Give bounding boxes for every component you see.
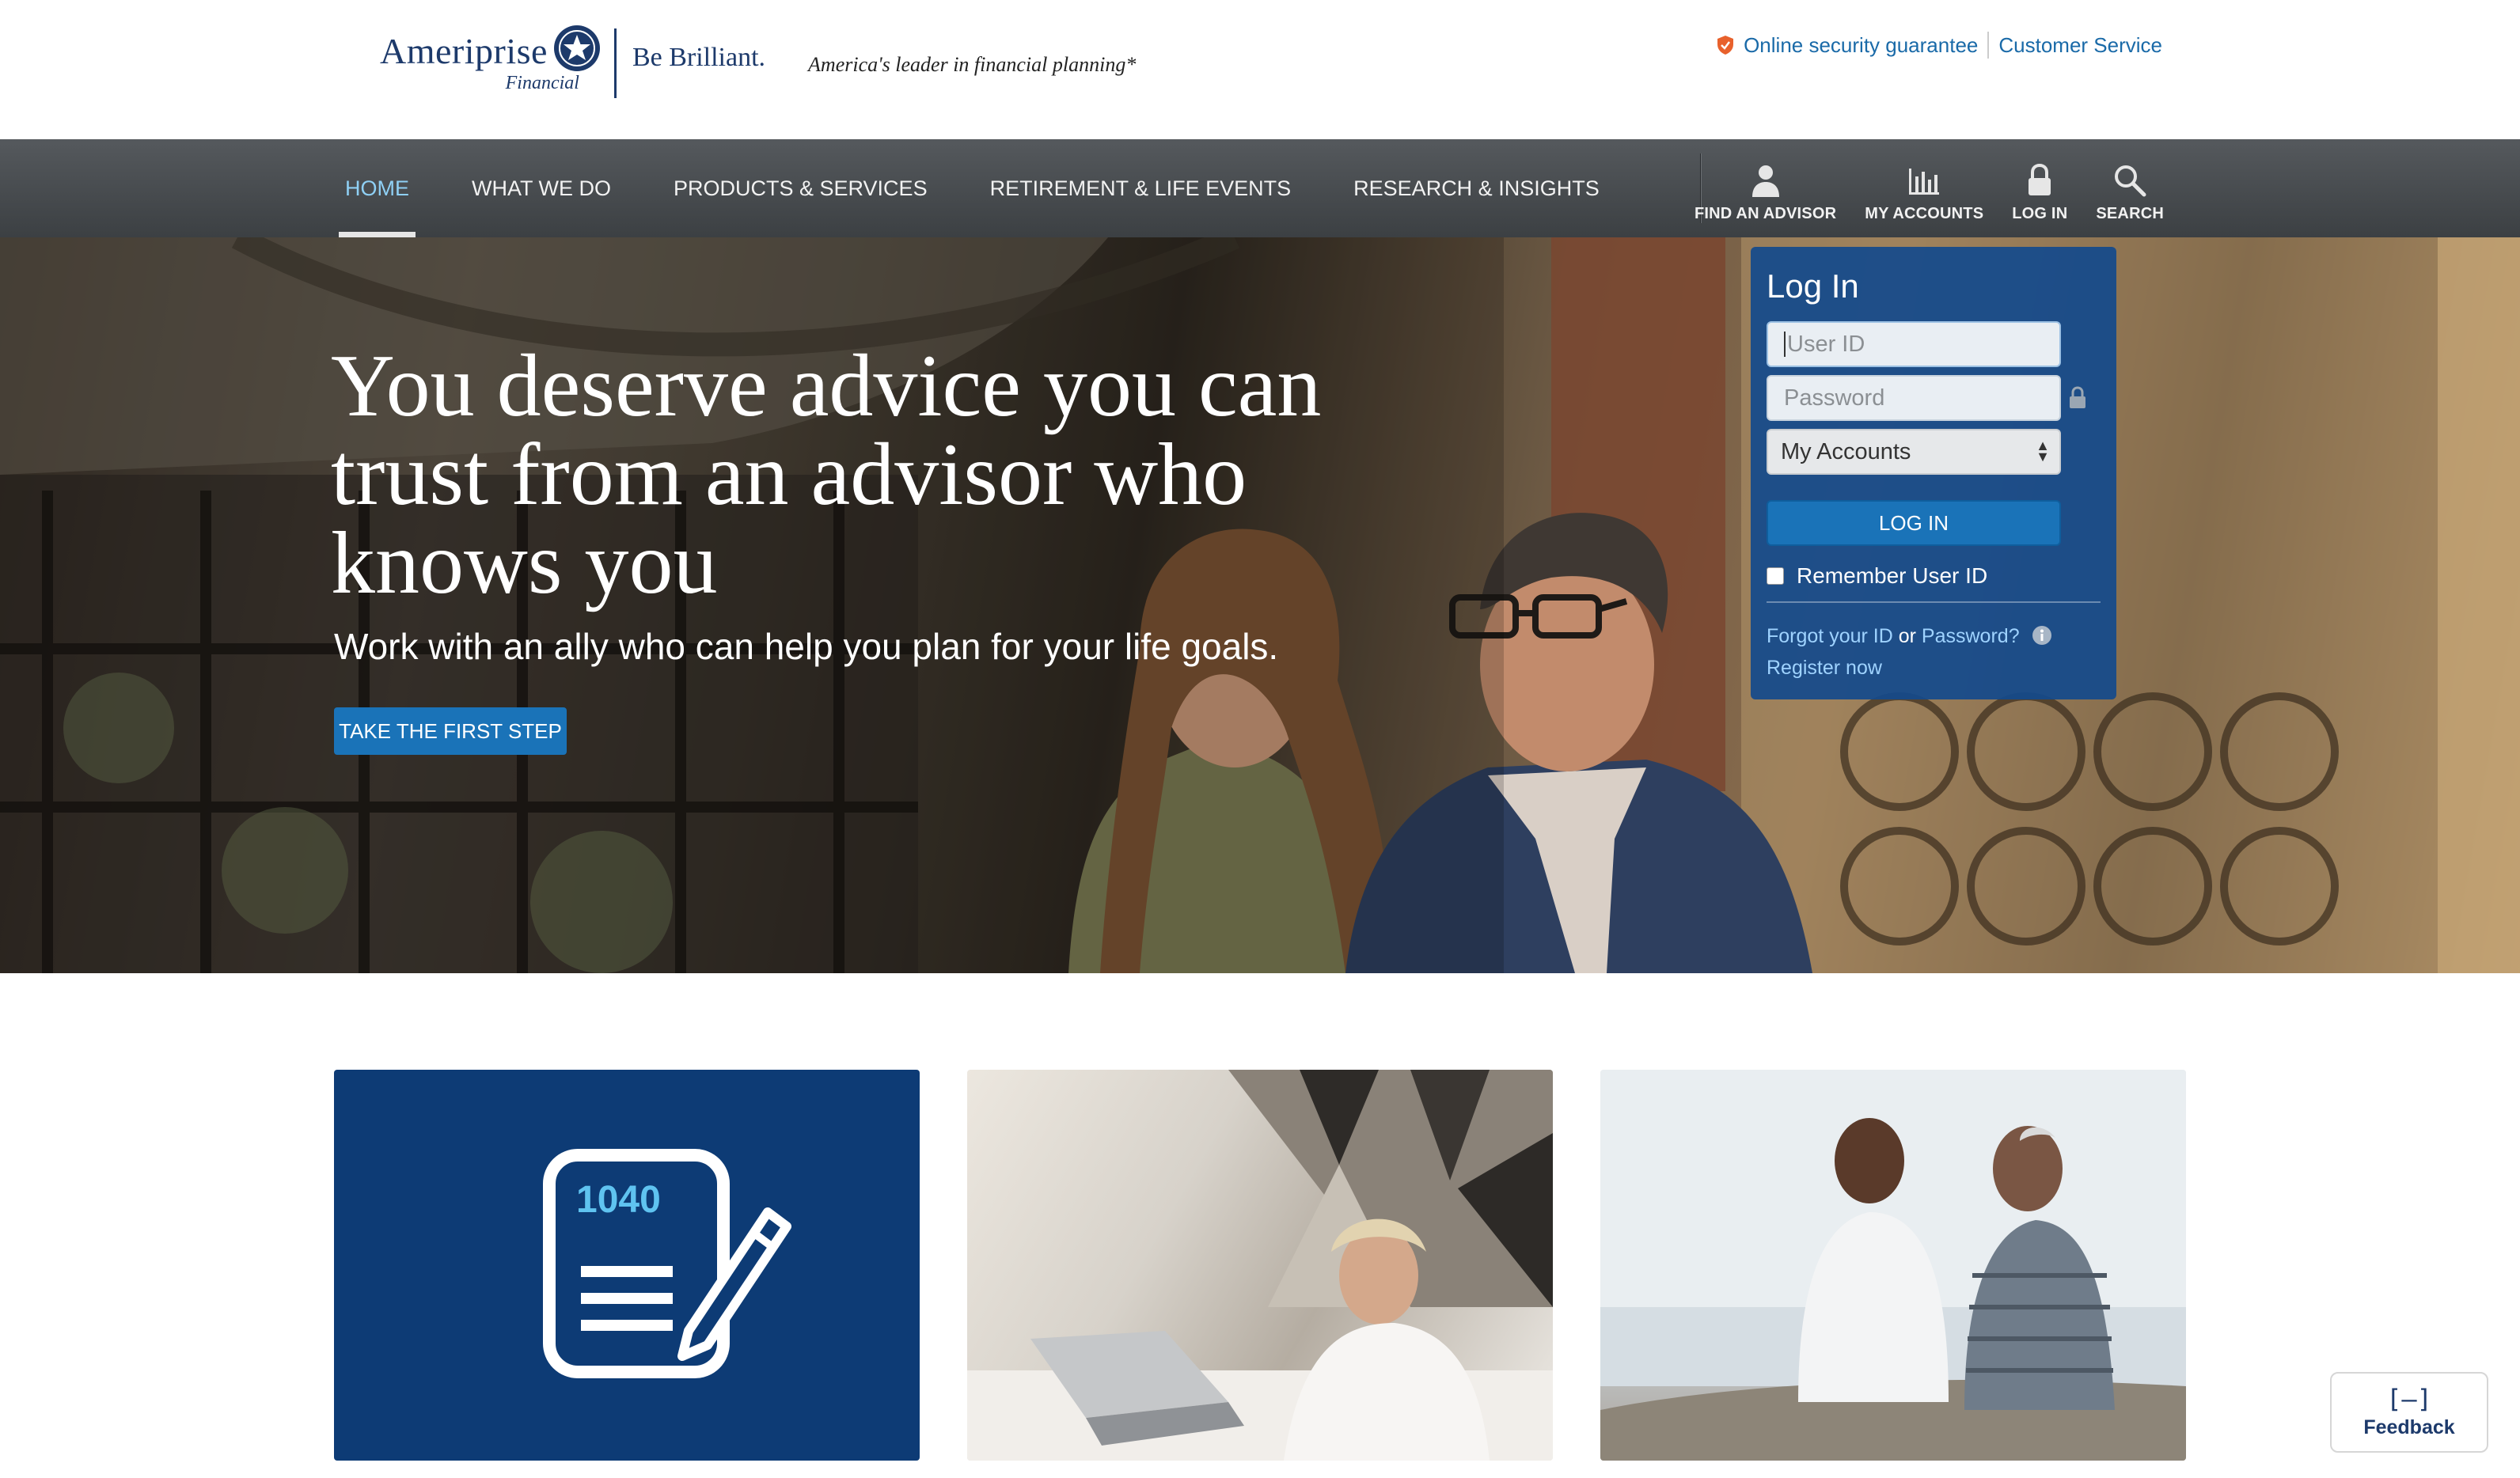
userid-input[interactable]: User ID: [1767, 321, 2061, 367]
hero-subtitle: Work with an ally who can help you plan …: [334, 626, 1279, 667]
logo-sub: Financial: [505, 72, 579, 93]
two-men-lake-card[interactable]: [1600, 1070, 2186, 1461]
search-label: SEARCH: [2096, 205, 2164, 222]
forgot-id-link[interactable]: Forgot your ID: [1767, 625, 1893, 647]
my-accounts-button[interactable]: MY ACCOUNTS: [1865, 162, 1983, 223]
feedback-icon: [–]: [2386, 1383, 2432, 1414]
remember-userid: Remember User ID: [1767, 563, 1987, 589]
login-submit-button[interactable]: LOG IN: [1767, 500, 2061, 546]
person-icon: [1751, 165, 1779, 197]
woman-laptop-card[interactable]: [967, 1070, 1553, 1461]
nav-what-we-do[interactable]: WHAT WE DO: [465, 139, 617, 237]
shield-icon: [1717, 36, 1734, 55]
or-text: or: [1898, 625, 1916, 647]
feedback-label: Feedback: [2363, 1415, 2455, 1438]
star-logo-icon: [553, 25, 600, 71]
logo-wordmark: Ameriprise Financial: [380, 25, 602, 94]
find-advisor-label: FIND AN ADVISOR: [1694, 205, 1837, 222]
info-icon[interactable]: [2032, 625, 2052, 646]
password-input[interactable]: Password: [1767, 375, 2061, 421]
tax-form-number: 1040: [576, 1179, 661, 1221]
login-title: Log In: [1767, 267, 1859, 305]
take-first-step-button[interactable]: TAKE THE FIRST STEP: [334, 707, 567, 755]
top-header: Ameriprise Financial Be Brilliant. Ameri…: [0, 0, 2520, 139]
tax-card[interactable]: 1040: [334, 1070, 920, 1461]
lock-icon: [2029, 163, 2051, 195]
util-divider: [1987, 32, 1990, 59]
bar-chart-icon: [1909, 169, 1940, 195]
login-divider: [1767, 601, 2101, 603]
nav-products-services[interactable]: PRODUCTS & SERVICES: [667, 139, 934, 237]
remember-checkbox[interactable]: [1767, 567, 1784, 585]
my-accounts-label: MY ACCOUNTS: [1865, 205, 1984, 222]
tagline: America's leader in financial planning*: [808, 53, 1137, 76]
login-panel: Log In User ID Password My Accounts ▲ ▼ L…: [1751, 247, 2116, 699]
woman-laptop-photo: [967, 1070, 1553, 1461]
nav-retirement-life-events[interactable]: RETIREMENT & LIFE EVENTS: [984, 139, 1298, 237]
password-lock-icon: [2070, 386, 2085, 408]
account-type-value: My Accounts: [1781, 438, 1911, 464]
find-advisor-button[interactable]: FIND AN ADVISOR: [1695, 162, 1836, 223]
hero-title: You deserve advice you can trust from an…: [331, 337, 1322, 612]
userid-placeholder: User ID: [1787, 331, 1865, 357]
login-help-links: Forgot your ID or Password? Register now: [1767, 620, 2052, 684]
main-nav: HOME WHAT WE DO PRODUCTS & SERVICES RETI…: [0, 139, 2520, 237]
two-men-lake-photo: [1600, 1070, 2186, 1461]
logo-divider: [613, 28, 617, 98]
nav-menu: HOME WHAT WE DO PRODUCTS & SERVICES RETI…: [339, 139, 1656, 237]
utility-links: Online security guarantee Customer Servi…: [1717, 32, 2162, 59]
search-button[interactable]: SEARCH: [2096, 162, 2164, 223]
svg-text:1040: 1040: [576, 1179, 661, 1221]
ameriprise-logo[interactable]: Ameriprise Financial Be Brilliant. Ameri…: [380, 24, 1136, 103]
security-guarantee-link[interactable]: Online security guarantee: [1744, 33, 1978, 58]
remember-label: Remember User ID: [1797, 563, 1988, 588]
select-arrows-icon: ▲ ▼: [2036, 438, 2050, 464]
nav-home[interactable]: HOME: [339, 139, 416, 237]
nav-research-insights[interactable]: RESEARCH & INSIGHTS: [1347, 139, 1606, 237]
text-caret: [1784, 332, 1786, 357]
forgot-row: Forgot your ID or Password?: [1767, 620, 2052, 652]
forgot-password-link[interactable]: Password?: [1922, 625, 2020, 647]
nav-tools: FIND AN ADVISOR MY ACCOUNTS LOG IN SEARC…: [1666, 139, 2164, 237]
search-icon: [2115, 165, 2146, 197]
log-in-button[interactable]: LOG IN: [2012, 162, 2067, 223]
customer-service-link[interactable]: Customer Service: [1998, 33, 2162, 58]
account-type-select[interactable]: My Accounts ▲ ▼: [1767, 429, 2061, 475]
hero-banner: You deserve advice you can trust from an…: [0, 237, 2520, 973]
logo-slogan: Be Brilliant.: [632, 43, 766, 72]
register-link[interactable]: Register now: [1767, 652, 2052, 684]
log-in-label: LOG IN: [2012, 205, 2068, 222]
feedback-button[interactable]: [–] Feedback: [2330, 1372, 2488, 1453]
password-placeholder: Password: [1784, 385, 1885, 411]
